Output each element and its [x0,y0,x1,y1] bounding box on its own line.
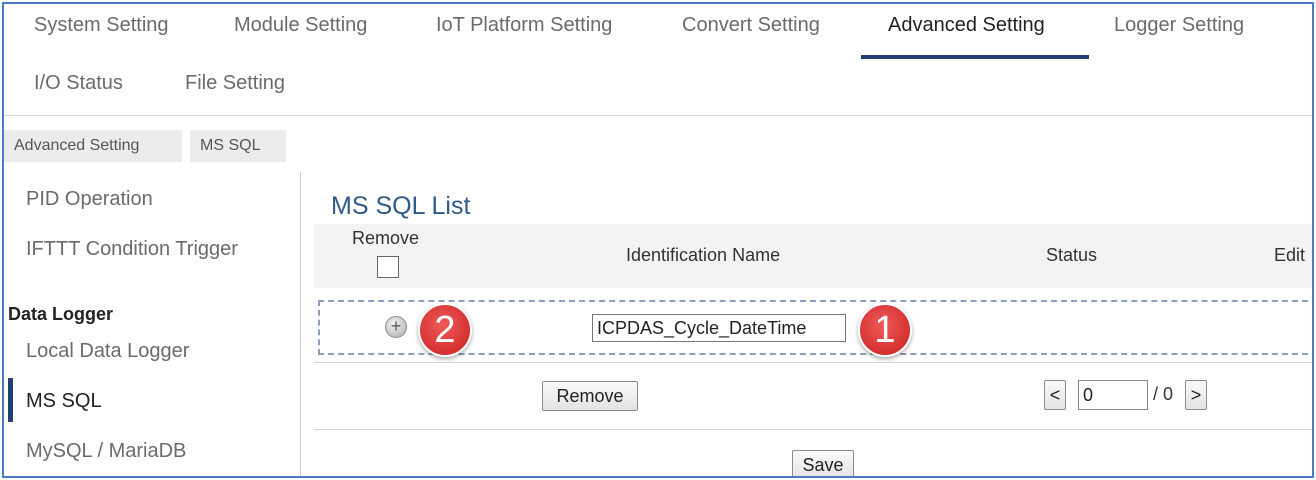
tab-io-status[interactable]: I/O Status [34,72,123,95]
sidebar-item-ifttt[interactable]: IFTTT Condition Trigger [26,238,238,261]
column-status: Status [1046,245,1098,265]
remove-button[interactable]: Remove [542,381,638,411]
column-identification-name: Identification Name [626,245,781,265]
sidebar-item-ms-sql[interactable]: MS SQL [26,390,102,413]
next-page-button[interactable]: > [1185,380,1207,410]
callout-badge-1: 1 [858,303,912,357]
sidebar-active-indicator [8,378,13,422]
sidebar: PID Operation IFTTT Condition Trigger Da… [4,172,301,476]
sidebar-group-data-logger: Data Logger [8,304,114,324]
callout-badge-2: 2 [418,303,472,357]
page-title: MS SQL List [331,192,471,220]
sidebar-item-local-data-logger[interactable]: Local Data Logger [26,340,189,363]
table-header: Remove Identification Name Status Edit [314,224,1312,288]
tab-file-setting[interactable]: File Setting [185,72,285,95]
sidebar-item-mysql-mariadb[interactable]: MySQL / MariaDB [26,440,186,463]
sidebar-item-pid-operation[interactable]: PID Operation [26,188,153,211]
breadcrumb-ms-sql: MS SQL [190,130,286,162]
page-total: / 0 [1153,384,1174,404]
column-remove: Remove [352,228,420,248]
tab-advanced-setting[interactable]: Advanced Setting [888,14,1045,37]
identification-name-input[interactable] [592,314,846,342]
page-number-input[interactable] [1078,380,1148,410]
tab-iot-platform-setting[interactable]: IoT Platform Setting [436,14,612,37]
divider [314,362,1312,363]
save-button[interactable]: Save [792,450,854,476]
app-frame: System Setting Module Setting IoT Platfo… [2,2,1314,478]
tab-logger-setting[interactable]: Logger Setting [1114,14,1244,37]
top-navigation: System Setting Module Setting IoT Platfo… [4,4,1312,116]
prev-page-button[interactable]: < [1044,380,1066,410]
main-content: MS SQL List Remove Identification Name S… [314,172,1312,476]
tab-system-setting[interactable]: System Setting [34,14,169,37]
tab-convert-setting[interactable]: Convert Setting [682,14,820,37]
active-tab-underline [861,55,1089,59]
plus-circle-icon[interactable]: + [385,316,407,338]
column-edit: Edit [1274,245,1306,265]
divider [314,429,1312,430]
tab-module-setting[interactable]: Module Setting [234,14,367,37]
breadcrumb-advanced-setting[interactable]: Advanced Setting [4,130,182,162]
select-all-checkbox[interactable] [377,256,399,278]
